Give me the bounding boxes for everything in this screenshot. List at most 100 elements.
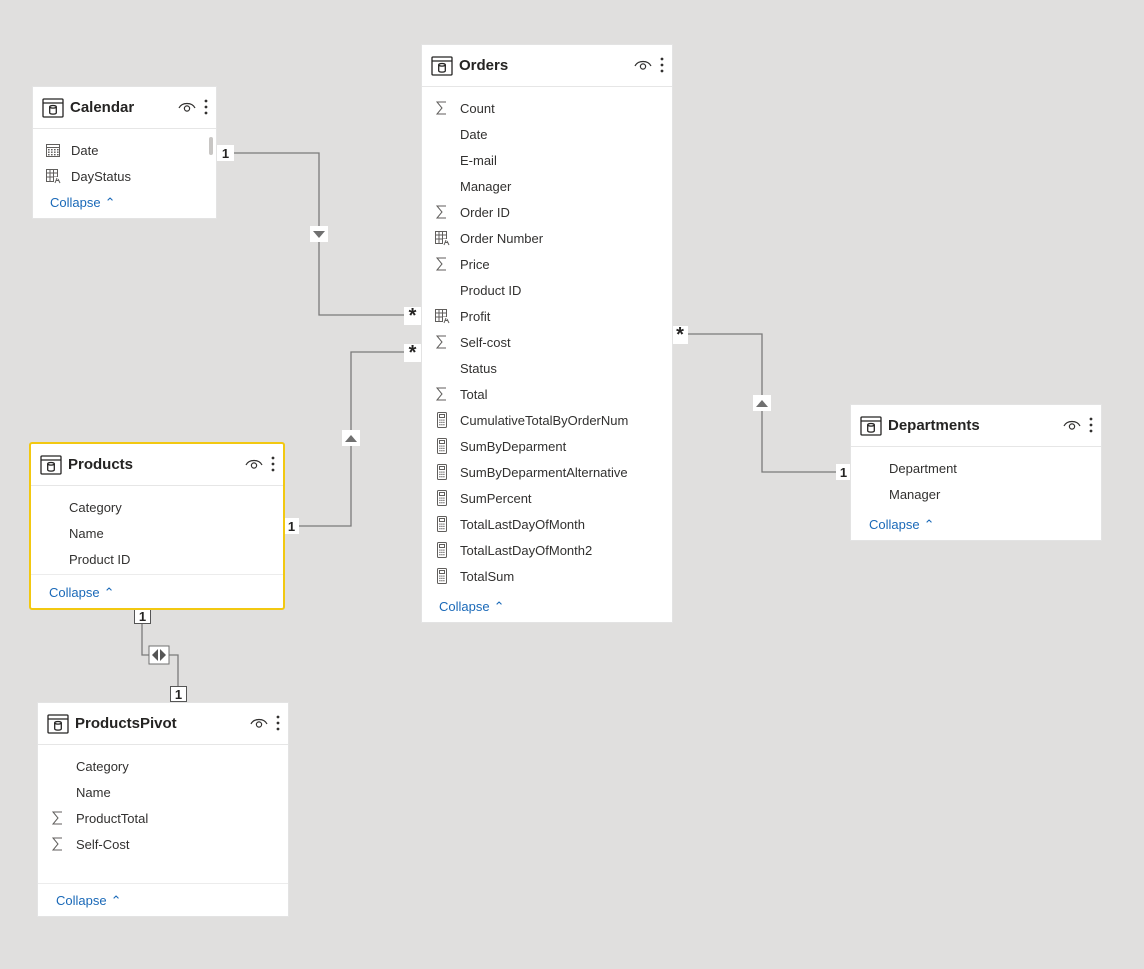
field-row[interactable]: Name	[31, 520, 283, 546]
table-card-productspivot[interactable]: ProductsPivot Category Name ProductTotal Se…	[37, 702, 289, 917]
field-name: TotalLastDayOfMonth	[460, 516, 586, 532]
table-icon	[860, 415, 882, 436]
more-options-icon[interactable]	[271, 456, 275, 472]
field-row[interactable]: Name	[38, 779, 288, 805]
cardinality-one-label: 1	[284, 518, 299, 534]
field-row[interactable]: SumPercent	[422, 485, 672, 511]
field-name: Order ID	[460, 204, 510, 220]
collapse-button[interactable]: Collapse ⌃	[869, 517, 935, 533]
measure-icon	[434, 464, 450, 480]
field-row[interactable]: DayStatus	[33, 163, 216, 189]
field-row[interactable]: CumulativeTotalByOrderNum	[422, 407, 672, 433]
field-name: TotalLastDayOfMonth2	[460, 542, 593, 558]
visibility-eye-icon[interactable]	[250, 716, 268, 730]
field-name: Date	[71, 142, 99, 158]
field-row[interactable]: Self-Cost	[38, 831, 288, 857]
collapse-button[interactable]: Collapse ⌃	[49, 585, 115, 601]
field-row[interactable]: Order ID	[422, 199, 672, 225]
field-row[interactable]: Product ID	[31, 546, 283, 572]
field-row[interactable]: Price	[422, 251, 672, 277]
field-row[interactable]: SumByDeparmentAlternative	[422, 459, 672, 485]
field-name: Order Number	[460, 230, 544, 246]
cardinality-many-label: *	[404, 305, 421, 327]
field-row[interactable]: Date	[422, 121, 672, 147]
cardinality-many-label: *	[404, 342, 421, 364]
visibility-eye-icon[interactable]	[634, 58, 652, 72]
field-row[interactable]: Order Number	[422, 225, 672, 251]
cardinality-one-label: 1	[134, 608, 151, 624]
field-row[interactable]: SumByDeparment	[422, 433, 672, 459]
visibility-eye-icon[interactable]	[1063, 418, 1081, 432]
sigma-icon	[434, 334, 450, 350]
cardinality-many-label: *	[672, 324, 688, 346]
table-icon	[47, 713, 69, 734]
field-name: SumPercent	[460, 490, 532, 506]
field-name: Count	[460, 100, 495, 116]
field-list: Category Name ProductTotal Self-Cost	[38, 745, 288, 857]
table-header[interactable]: ProductsPivot	[38, 703, 288, 745]
table-icon	[42, 97, 64, 118]
field-name: Category	[76, 758, 129, 774]
field-row[interactable]: Count	[422, 95, 672, 121]
cardinality-one-label: 1	[170, 686, 187, 702]
field-row[interactable]: Self-cost	[422, 329, 672, 355]
field-row[interactable]: Manager	[422, 173, 672, 199]
collapse-button[interactable]: Collapse ⌃	[56, 893, 122, 909]
collapse-button[interactable]: Collapse ⌃	[439, 599, 505, 615]
field-name: Manager	[460, 178, 512, 194]
chevron-up-icon: ⌃	[110, 893, 122, 908]
field-name: Profit	[460, 308, 491, 324]
table-title: ProductsPivot	[75, 715, 177, 732]
table-card-calendar[interactable]: Calendar Date DayStatus Collapse ⌃	[32, 86, 217, 219]
measure-icon	[434, 542, 450, 558]
field-row[interactable]: E-mail	[422, 147, 672, 173]
visibility-eye-icon[interactable]	[245, 457, 263, 471]
field-name: Name	[69, 525, 104, 541]
field-row[interactable]: Date	[33, 137, 216, 163]
field-row[interactable]: Profit	[422, 303, 672, 329]
field-name: TotalSum	[460, 568, 515, 584]
collapse-button[interactable]: Collapse ⌃	[50, 195, 116, 211]
measure-icon	[434, 568, 450, 584]
field-row[interactable]: Product ID	[422, 277, 672, 303]
sigma-icon	[50, 836, 66, 852]
field-name: Date	[460, 126, 488, 142]
more-options-icon[interactable]	[204, 99, 208, 115]
field-row[interactable]: Department	[851, 455, 1101, 481]
field-name: SumByDeparment	[460, 438, 567, 454]
field-row[interactable]: Manager	[851, 481, 1101, 507]
field-name: Self-Cost	[76, 836, 130, 852]
field-list: Count Date E-mail Manager Order ID Order Numb…	[422, 87, 672, 589]
table-title: Products	[68, 456, 134, 473]
model-canvas[interactable]: 1 * * 1 * 1 1 1 Calendar Date DayStatus C…	[0, 0, 1144, 969]
field-row[interactable]: Total	[422, 381, 672, 407]
more-options-icon[interactable]	[660, 57, 664, 73]
field-row[interactable]: ProductTotal	[38, 805, 288, 831]
table-card-departments[interactable]: Departments Department Manager Collapse ⌃	[850, 404, 1102, 541]
more-options-icon[interactable]	[1089, 417, 1093, 433]
sigma-icon	[50, 810, 66, 826]
field-name: Product ID	[460, 282, 522, 298]
divider	[31, 574, 283, 575]
table-title: Departments	[888, 417, 980, 434]
field-name: Manager	[889, 486, 941, 502]
field-row[interactable]: Category	[38, 753, 288, 779]
table-header[interactable]: Calendar	[33, 87, 216, 129]
field-name: CumulativeTotalByOrderNum	[460, 412, 629, 428]
more-options-icon[interactable]	[276, 715, 280, 731]
field-row[interactable]: TotalLastDayOfMonth2	[422, 537, 672, 563]
chevron-up-icon: ⌃	[493, 599, 505, 614]
field-row[interactable]: Category	[31, 494, 283, 520]
table-header[interactable]: Orders	[422, 45, 672, 87]
field-row[interactable]: Status	[422, 355, 672, 381]
chevron-up-icon: ⌃	[103, 585, 115, 600]
table-header[interactable]: Departments	[851, 405, 1101, 447]
table-card-products[interactable]: Products Category Name Product ID Collapse…	[29, 442, 285, 610]
table-header[interactable]: Products	[31, 444, 283, 486]
field-row[interactable]: TotalSum	[422, 563, 672, 589]
visibility-eye-icon[interactable]	[178, 100, 196, 114]
field-row[interactable]: TotalLastDayOfMonth	[422, 511, 672, 537]
field-list: Category Name Product ID	[31, 486, 283, 572]
field-list: Date DayStatus	[33, 129, 216, 189]
table-card-orders[interactable]: Orders Count Date E-mail Manager Order ID Ord…	[421, 44, 673, 623]
